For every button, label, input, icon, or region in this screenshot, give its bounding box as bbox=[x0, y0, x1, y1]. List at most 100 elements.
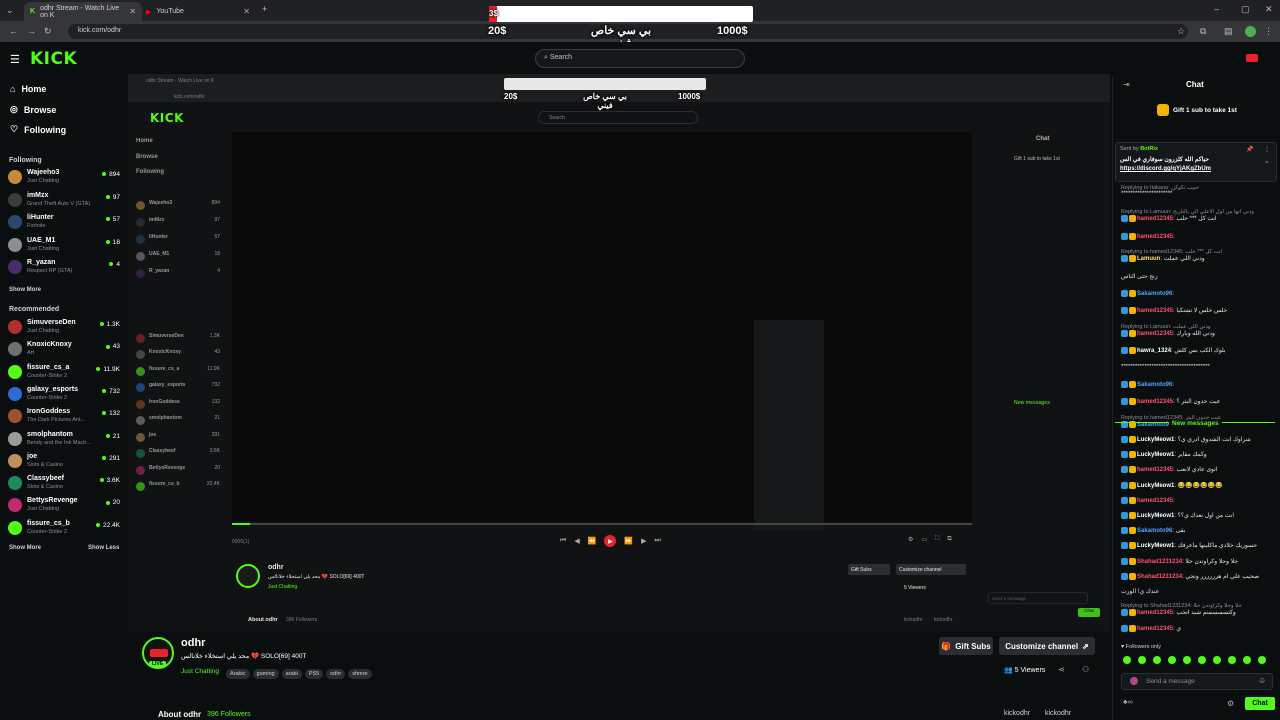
emote-icon[interactable] bbox=[1123, 656, 1131, 664]
stream-tag[interactable]: Arabic bbox=[225, 669, 250, 679]
stream-tag[interactable]: PS5 bbox=[304, 669, 324, 679]
category-link[interactable]: Just Chatting bbox=[181, 668, 219, 675]
show-more-recommended[interactable]: Show More bbox=[9, 545, 41, 551]
sidebar-channel[interactable]: UAE_M1 Just Chatting 18 bbox=[8, 236, 120, 256]
stream-tag[interactable]: gaming bbox=[252, 669, 279, 679]
sidebar-channel[interactable]: R_yazan Respect RP (GTA) 4 bbox=[8, 258, 120, 278]
sidepanel-icon[interactable]: ▤ bbox=[1224, 26, 1233, 37]
chat-username[interactable]: Shahad1231234 bbox=[1137, 574, 1182, 580]
sidebar-channel[interactable]: galaxy_esports Counter-Strike 2 732 bbox=[8, 385, 120, 405]
skip-back-icon[interactable]: ⏮ bbox=[560, 537, 566, 545]
tab-youtube[interactable]: ▶ YouTube ✕ bbox=[140, 2, 256, 21]
show-more-following[interactable]: Show More bbox=[9, 287, 41, 293]
customize-channel-button[interactable]: Customize channel ⇗ bbox=[999, 637, 1095, 655]
stream-tag[interactable]: shmre bbox=[348, 669, 372, 679]
skip-forward-icon[interactable]: ⏭ bbox=[655, 537, 661, 545]
send-message-input[interactable]: Send a message ☺ bbox=[1121, 673, 1273, 690]
chat-username[interactable]: hamed12345 bbox=[1137, 308, 1173, 314]
settings-gear-icon[interactable]: ⚙ bbox=[908, 536, 913, 543]
close-window-icon[interactable]: ✕ bbox=[1265, 4, 1273, 15]
chat-username[interactable]: hamed12345 bbox=[1137, 399, 1173, 405]
sidebar-channel[interactable]: smolphantom Bendy and the Ink Mach... 21 bbox=[8, 430, 120, 450]
previous-icon[interactable]: ⏪ bbox=[588, 537, 597, 545]
chat-username[interactable]: hamed12345 bbox=[1137, 498, 1173, 504]
sidebar-channel[interactable]: SimuverseDen Just Chatting 1.3K bbox=[8, 318, 120, 338]
chat-username[interactable]: Sakamoto96 bbox=[1137, 382, 1172, 388]
chevron-down-icon[interactable]: ⌄ bbox=[1264, 157, 1270, 165]
chat-settings-icon[interactable]: ⚙ bbox=[1227, 699, 1234, 708]
chat-username[interactable]: Shahad1231234 bbox=[1137, 559, 1182, 565]
follow-user-icon[interactable]: ⚇ bbox=[1082, 665, 1089, 674]
rewind-icon[interactable]: ◀ bbox=[574, 537, 579, 545]
minimize-icon[interactable]: – bbox=[1214, 4, 1219, 14]
tab-kick[interactable]: K odhr Stream - Watch Live on K ✕ bbox=[24, 2, 142, 21]
sidebar-channel[interactable]: fissure_cs_a Counter-Strike 2 11.9K bbox=[8, 363, 120, 383]
sidebar-channel[interactable]: fissure_cs_b Counter-Strike 2 22.4K bbox=[8, 519, 120, 539]
chat-username[interactable]: hamed12345 bbox=[1137, 331, 1173, 337]
pin-icon[interactable]: 📌 bbox=[1246, 146, 1253, 153]
emoji-icon[interactable]: ☺ bbox=[1258, 676, 1266, 685]
reload-icon[interactable]: ↻ bbox=[44, 26, 52, 37]
channel-name[interactable]: odhr bbox=[181, 637, 205, 649]
sidebar-channel[interactable]: Wajeeho3 Just Chatting 894 bbox=[8, 168, 120, 188]
sidebar-channel[interactable]: Classybeef Slots & Casino 3.6K bbox=[8, 474, 120, 494]
collapse-chat-icon[interactable]: ⇥ bbox=[1123, 80, 1130, 89]
emote-icon[interactable] bbox=[1198, 656, 1206, 664]
emote-icon[interactable] bbox=[1183, 656, 1191, 664]
sidebar-channel[interactable]: KnoxicKnoxy Art 43 bbox=[8, 340, 120, 360]
chat-username[interactable]: LuckyMeow1 bbox=[1137, 452, 1174, 458]
chat-username[interactable]: LuckyMeow1 bbox=[1137, 513, 1174, 519]
sidebar-channel[interactable]: joe Slots & Casino 291 bbox=[8, 452, 120, 472]
close-tab-icon[interactable]: ✕ bbox=[129, 7, 136, 16]
pinned-menu-icon[interactable]: ⋮ bbox=[1264, 146, 1270, 153]
stream-tag[interactable]: odhr bbox=[326, 669, 346, 679]
social-link-1[interactable]: kickodhr bbox=[1004, 710, 1030, 717]
sidebar-channel[interactable]: imMzx Grand Theft Auto V (GTA) 97 bbox=[8, 191, 120, 211]
emote-icon[interactable] bbox=[1243, 656, 1251, 664]
extensions-icon[interactable]: ⧉ bbox=[1200, 26, 1206, 37]
menu-kebab-icon[interactable]: ⋮ bbox=[1264, 26, 1273, 37]
fullscreen-icon[interactable]: ⛶ bbox=[935, 536, 939, 543]
back-icon[interactable]: ← bbox=[9, 26, 18, 36]
video-player[interactable]: odhr Stream - Watch Live on K kick.com/o… bbox=[128, 74, 1110, 632]
chat-username[interactable]: LuckyMeow1 bbox=[1137, 543, 1174, 549]
chat-username[interactable]: Lamuun bbox=[1137, 256, 1160, 262]
chat-username[interactable]: Sakamoto96 bbox=[1137, 528, 1172, 534]
new-tab-icon[interactable]: + bbox=[262, 4, 267, 14]
emote-icon[interactable] bbox=[1138, 656, 1146, 664]
hamburger-menu-icon[interactable]: ☰ bbox=[10, 53, 20, 66]
play-button-icon[interactable]: ▶ bbox=[604, 535, 617, 547]
share-icon[interactable]: ⋖ bbox=[1058, 665, 1065, 674]
chat-username[interactable]: hamed12345 bbox=[1137, 234, 1173, 240]
kick-logo[interactable]: KICK bbox=[30, 49, 77, 69]
send-chat-button[interactable]: Chat bbox=[1245, 697, 1275, 710]
fast-forward-icon[interactable]: ▶ bbox=[641, 537, 646, 545]
gift-banner[interactable]: Gift 1 sub to take 1st bbox=[1173, 107, 1237, 114]
gift-subs-button[interactable]: 🎁 Gift Subs bbox=[939, 637, 993, 655]
profile-avatar[interactable] bbox=[1245, 26, 1256, 37]
close-tab-icon[interactable]: ✕ bbox=[243, 7, 250, 16]
chat-username[interactable]: LuckyMeow1 bbox=[1137, 437, 1174, 443]
popout-icon[interactable]: ⧉ bbox=[947, 536, 951, 543]
nav-browse[interactable]: ◎ Browse bbox=[10, 104, 56, 115]
pinned-user[interactable]: BotRix bbox=[1140, 146, 1158, 152]
forward-icon[interactable]: → bbox=[27, 26, 36, 36]
theater-mode-icon[interactable]: ▭ bbox=[921, 536, 927, 543]
sidebar-channel[interactable]: IronGoddess The Dark Pictures Ant... 132 bbox=[8, 407, 120, 427]
emote-icon[interactable] bbox=[1153, 656, 1161, 664]
show-less-recommended[interactable]: Show Less bbox=[88, 545, 119, 551]
pinned-link[interactable]: https://discord.gg/qYjAKgZbUm bbox=[1120, 166, 1211, 172]
next-icon[interactable]: ⏩ bbox=[624, 537, 633, 545]
emote-icon[interactable] bbox=[1213, 656, 1221, 664]
chat-username[interactable]: hamed12345 bbox=[1137, 626, 1173, 632]
sidebar-channel[interactable]: liHunter Fortnite 57 bbox=[8, 213, 120, 233]
emote-icon[interactable] bbox=[1258, 656, 1266, 664]
chat-username[interactable]: hamed12345 bbox=[1137, 610, 1173, 616]
nav-following[interactable]: ♡ Following bbox=[10, 124, 66, 135]
tab-search-icon[interactable]: ⌄ bbox=[6, 5, 14, 16]
stream-tag[interactable]: arabi bbox=[281, 669, 302, 679]
bookmark-star-icon[interactable]: ☆ bbox=[1177, 26, 1185, 37]
emote-icon[interactable] bbox=[1168, 656, 1176, 664]
seek-bar[interactable] bbox=[232, 523, 972, 525]
chat-username[interactable]: LuckyMeow1 bbox=[1137, 483, 1174, 489]
